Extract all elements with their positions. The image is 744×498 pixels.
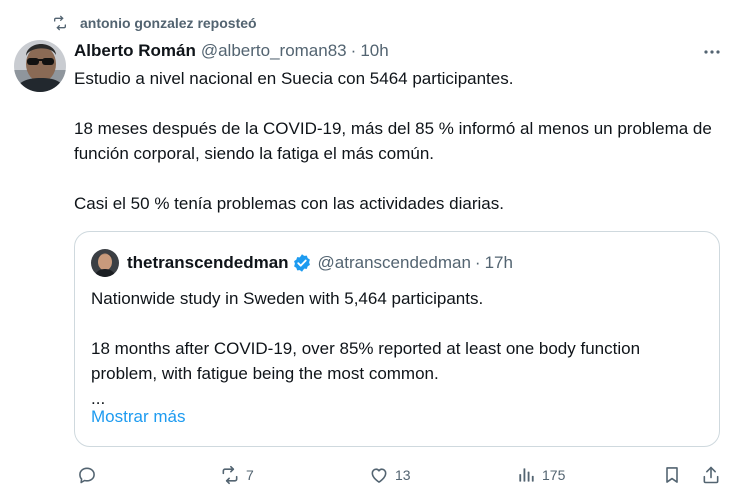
share-button[interactable] bbox=[701, 462, 721, 488]
repost-icon bbox=[222, 465, 238, 485]
repost-context[interactable]: antonio gonzalez reposteó bbox=[52, 12, 257, 34]
heart-icon bbox=[371, 468, 387, 483]
quoted-paragraph: 18 months after COVID-19, over 85% repor… bbox=[91, 339, 641, 408]
quoted-author-handle[interactable]: @atranscendedman bbox=[318, 253, 471, 273]
avatar-image bbox=[14, 40, 66, 92]
bookmark-button[interactable] bbox=[662, 462, 682, 488]
repost-count: 7 bbox=[246, 467, 254, 483]
quoted-tweet[interactable]: thetranscendedman @atranscendedman · 17h… bbox=[74, 231, 720, 447]
repost-button[interactable]: 7 bbox=[220, 462, 254, 488]
tweet-body: Estudio a nivel nacional en Suecia con 5… bbox=[74, 66, 714, 216]
quoted-avatar-image bbox=[91, 249, 119, 277]
more-options-button[interactable] bbox=[702, 42, 722, 62]
more-icon bbox=[704, 50, 720, 54]
reply-icon bbox=[79, 467, 95, 484]
like-button[interactable]: 13 bbox=[369, 462, 411, 488]
separator: · bbox=[350, 41, 357, 60]
views-button[interactable]: 175 bbox=[516, 462, 565, 488]
bookmark-icon bbox=[666, 467, 678, 483]
author-name[interactable]: Alberto Román bbox=[74, 41, 196, 61]
repost-text: antonio gonzalez reposteó bbox=[80, 15, 257, 31]
quoted-paragraph: Nationwide study in Sweden with 5,464 pa… bbox=[91, 289, 484, 308]
separator: · bbox=[474, 253, 481, 272]
views-count: 175 bbox=[542, 467, 566, 483]
action-bar: 7 13 175 bbox=[0, 462, 744, 488]
author-handle[interactable]: @alberto_roman83 bbox=[201, 41, 347, 61]
quoted-header: thetranscendedman @atranscendedman · 17h bbox=[127, 251, 513, 275]
tweet-timestamp[interactable]: 10h bbox=[360, 41, 388, 61]
views-icon bbox=[519, 468, 534, 482]
verified-badge-icon bbox=[293, 254, 310, 272]
show-more-link[interactable]: Mostrar más bbox=[91, 407, 185, 427]
author-avatar[interactable] bbox=[14, 40, 66, 92]
quoted-body: Nationwide study in Sweden with 5,464 pa… bbox=[91, 286, 701, 411]
repost-icon bbox=[54, 15, 66, 31]
reply-button[interactable] bbox=[77, 462, 103, 488]
tweet-paragraph: Casi el 50 % tenía problemas con las act… bbox=[74, 194, 504, 213]
quoted-author-avatar[interactable] bbox=[91, 249, 119, 277]
tweet-paragraph: 18 meses después de la COVID-19, más del… bbox=[74, 119, 712, 163]
like-count: 13 bbox=[395, 467, 411, 483]
tweet-paragraph: Estudio a nivel nacional en Suecia con 5… bbox=[74, 69, 514, 88]
tweet-header: Alberto Román @alberto_roman83 · 10h bbox=[74, 40, 389, 62]
share-icon bbox=[703, 466, 719, 484]
quoted-author-name[interactable]: thetranscendedman bbox=[127, 253, 289, 273]
quoted-timestamp[interactable]: 17h bbox=[485, 253, 513, 273]
